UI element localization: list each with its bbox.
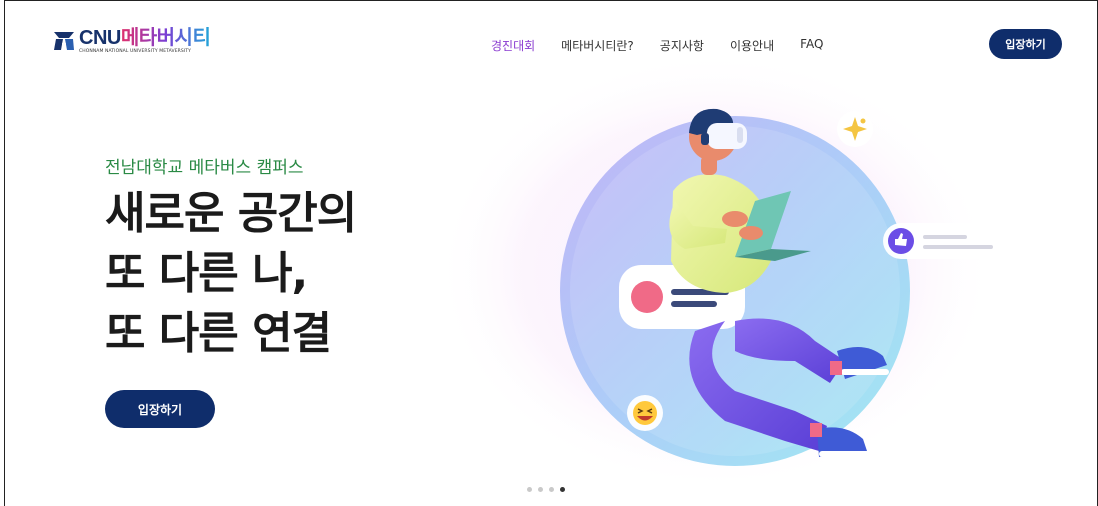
logo-subtitle: CHONNAM NATIONAL UNIVERSITY METAVERSITY (79, 49, 191, 54)
hero-headline: 새로운 공간의 또 다른 나, 또 다른 연결 (105, 184, 357, 364)
hero-line-2: 또 다른 나, (105, 248, 308, 299)
nav-about-metaversity[interactable]: 메타버시티란? (561, 37, 634, 54)
nav-notices[interactable]: 공지사항 (660, 37, 704, 54)
main-nav: 경진대회 메타버시티란? 공지사항 이용안내 FAQ (491, 37, 849, 54)
hero-line-1: 새로운 공간의 (105, 188, 357, 239)
carousel-dots (527, 487, 565, 492)
site-logo[interactable]: CNU메타버시티 CHONNAM NATIONAL UNIVERSITY MET… (53, 27, 211, 55)
hero-subtitle: 전남대학교 메타버스 캠퍼스 (105, 158, 304, 178)
hero-line-3: 또 다른 연결 (105, 308, 332, 359)
page-frame: CNU메타버시티 CHONNAM NATIONAL UNIVERSITY MET… (4, 0, 1098, 506)
carousel-dot-1[interactable] (527, 487, 532, 492)
thumbs-up-card (883, 223, 1009, 259)
carousel-dot-4[interactable] (560, 487, 565, 492)
carousel-dot-3[interactable] (549, 487, 554, 492)
nav-guide[interactable]: 이용안내 (730, 37, 774, 54)
logo-metaversity-text: 메타버시티 (120, 27, 211, 49)
carousel-dot-2[interactable] (538, 487, 543, 492)
hero-enter-button[interactable]: 입장하기 (105, 390, 215, 428)
header-enter-button[interactable]: 입장하기 (989, 29, 1062, 59)
nav-contest[interactable]: 경진대회 (491, 37, 535, 54)
logo-emblem-icon (54, 32, 74, 51)
laughing-emoji-icon (627, 395, 663, 431)
hero-illustration (435, 61, 1009, 491)
logo-cnu-text: CNU (79, 27, 121, 49)
sparkle-icon (837, 111, 873, 147)
nav-faq[interactable]: FAQ (800, 37, 823, 54)
